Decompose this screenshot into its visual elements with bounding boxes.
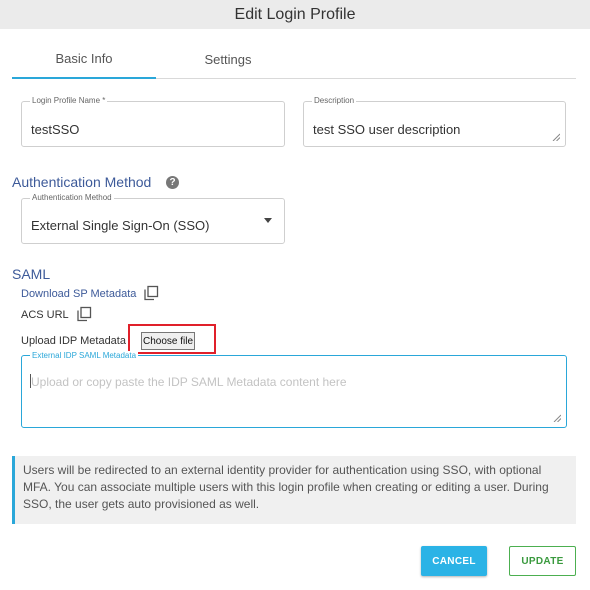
copy-icon[interactable] <box>76 306 92 322</box>
auth-method-selected-value: External Single Sign-On (SSO) <box>31 218 210 233</box>
tab-settings[interactable]: Settings <box>156 40 300 79</box>
idp-metadata-placeholder: Upload or copy paste the IDP SAML Metada… <box>31 375 347 389</box>
dialog-title-text: Edit Login Profile <box>234 5 356 23</box>
resize-handle-icon[interactable] <box>552 133 560 141</box>
profile-name-field[interactable]: Login Profile Name * testSSO <box>21 96 285 147</box>
tab-basic-info[interactable]: Basic Info <box>12 40 156 79</box>
profile-name-value: testSSO <box>31 122 80 137</box>
resize-handle-icon[interactable] <box>553 414 561 422</box>
description-label: Description <box>312 96 357 106</box>
chevron-down-icon <box>264 218 272 223</box>
description-value: test SSO user description <box>313 122 461 137</box>
tab-basic-info-label: Basic Info <box>55 51 113 66</box>
acs-url-label: ACS URL <box>21 309 69 321</box>
update-label: UPDATE <box>521 555 564 567</box>
auth-method-heading: Authentication Method <box>12 174 152 190</box>
dialog-title: Edit Login Profile <box>0 0 590 29</box>
highlight-box <box>128 324 216 354</box>
saml-heading: SAML <box>12 266 51 282</box>
tab-bar: Basic Info Settings <box>12 40 576 79</box>
cancel-button[interactable]: CANCEL <box>421 546 487 576</box>
idp-metadata-textarea[interactable]: External IDP SAML Metadata Upload or cop… <box>21 351 567 428</box>
sso-info-message: Users will be redirected to an external … <box>12 456 576 524</box>
copy-icon[interactable] <box>143 285 159 301</box>
idp-metadata-label: External IDP SAML Metadata <box>30 351 139 361</box>
download-sp-metadata-link[interactable]: Download SP Metadata <box>21 288 136 300</box>
auth-method-select[interactable]: Authentication Method External Single Si… <box>21 193 285 244</box>
upload-idp-metadata-label: Upload IDP Metadata <box>21 335 126 347</box>
tab-settings-label: Settings <box>204 52 252 67</box>
auth-method-select-label: Authentication Method <box>30 193 114 203</box>
cancel-label: CANCEL <box>432 555 476 567</box>
sso-info-text: Users will be redirected to an external … <box>23 463 549 511</box>
description-field[interactable]: Description test SSO user description <box>303 96 566 147</box>
question-circle-icon[interactable]: ? <box>166 176 179 189</box>
profile-name-label: Login Profile Name * <box>30 96 108 106</box>
update-button[interactable]: UPDATE <box>509 546 576 576</box>
